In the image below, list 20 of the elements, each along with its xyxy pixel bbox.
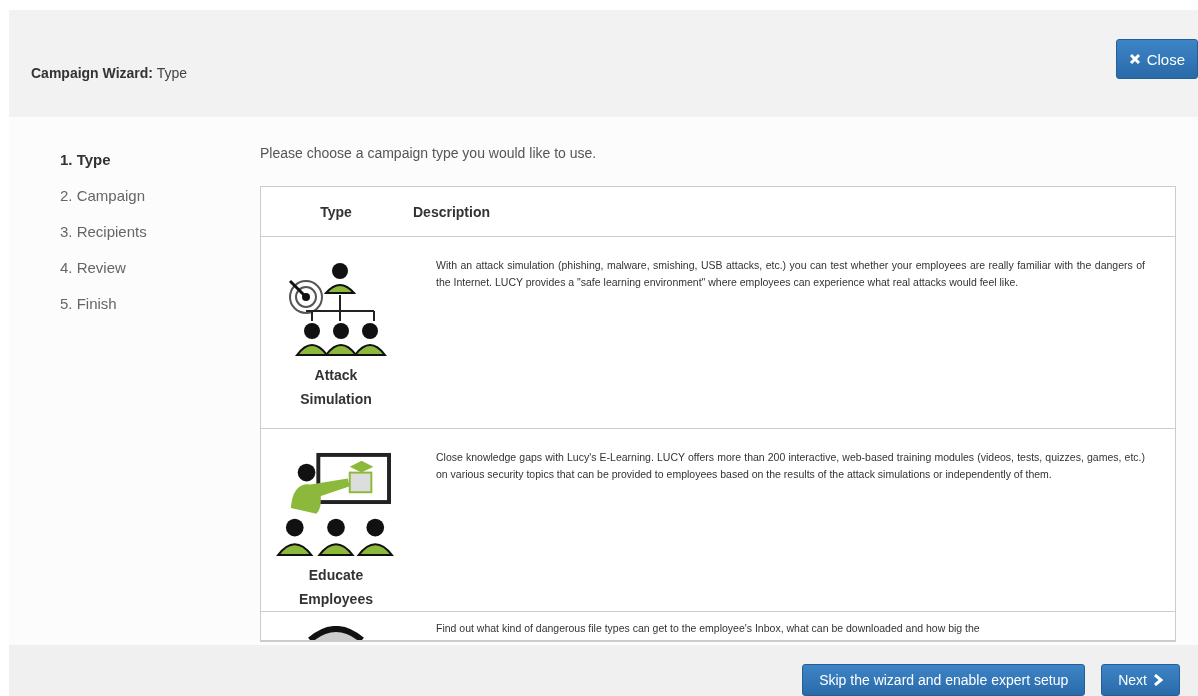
column-header: Type (319, 203, 353, 220)
teacher-class-icon (276, 451, 396, 559)
wizard-step[interactable]: 3. Recipients (60, 221, 224, 257)
campaign-type-name: Attack Simulation (299, 366, 373, 409)
column-header: Description (412, 203, 490, 220)
skip-wizard-button[interactable]: Skip the wizard and enable expert setup (802, 664, 1086, 696)
next-button[interactable]: Next (1101, 664, 1180, 696)
chevron-right-icon (1153, 674, 1163, 686)
wizard-step[interactable]: 5. Finish (60, 293, 224, 329)
wizard-step[interactable]: 2. Campaign (60, 185, 224, 221)
campaign-type-description: Find out what kind of dangerous file types can get to the employee's Inbox, what can be downloaded and how big the (435, 621, 981, 636)
wizard-title: Campaign Wizard: Type (31, 65, 187, 81)
intro-text: Please choose a campaign type you would like to use. (260, 145, 598, 161)
wizard-step[interactable]: 4. Review (60, 257, 224, 293)
campaign-type-description: Close knowledge gaps with Lucy's E-Learning. LUCY offers more than 200 interactive, web-based training modules (videos, tests, quizzes, games, etc.) on various security topics that can be provided to employees based on the results of the attack simulations or independently of them. (435, 450, 1146, 482)
wizard-step[interactable]: 1. Type (60, 149, 224, 185)
close-icon (1128, 53, 1141, 65)
close-button[interactable]: Close (1115, 39, 1198, 79)
campaign-type-description: With an attack simulation (phishing, malware, smishing, USB attacks, etc.) you can test whether your employees are really familiar with the dangers of the Internet. LUCY provides a "safe learning environment" where employees can experience what real attacks would feel like. (435, 258, 1146, 290)
campaign-type-name: Educate Employees (298, 566, 374, 609)
